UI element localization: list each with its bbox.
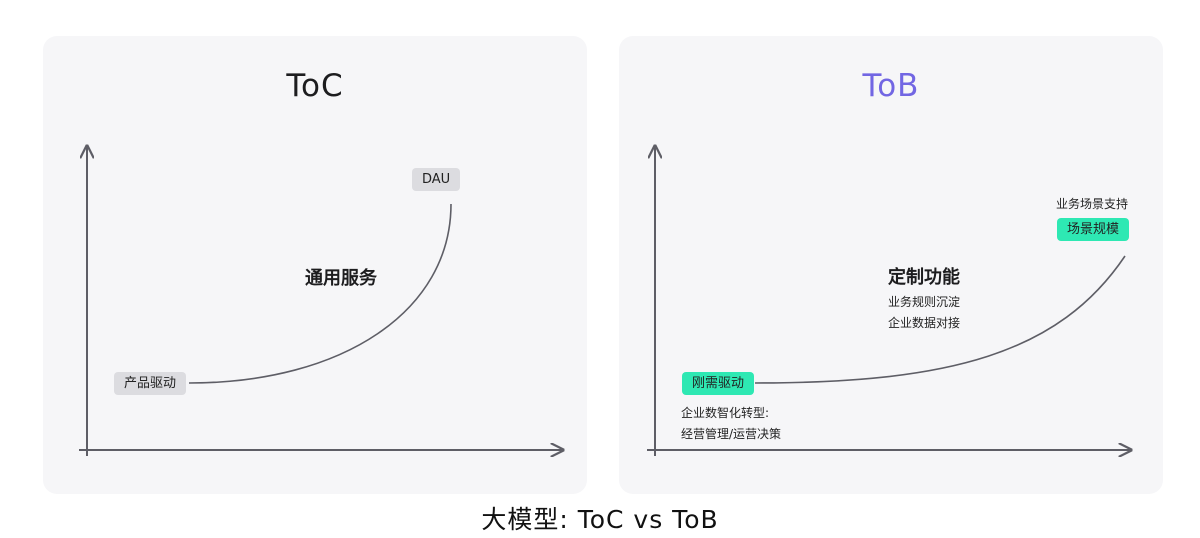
tob-curve-label: 定制功能 bbox=[888, 267, 960, 288]
tob-end-tag: 场景规模 bbox=[1057, 218, 1130, 241]
toc-start-tag: 产品驱动 bbox=[114, 372, 187, 395]
toc-end-tag: DAU bbox=[412, 168, 461, 191]
toc-curve-label: 通用服务 bbox=[305, 268, 377, 289]
tob-panel: ToB 刚需驱动 企业数智化转型: 经营管理/运营决策 业务场景支持 场景规模 … bbox=[619, 36, 1163, 494]
toc-panel: ToC 产品驱动 DAU 通用服务 bbox=[43, 36, 587, 494]
tob-start-tag: 刚需驱动 bbox=[682, 372, 755, 395]
toc-growth-curve bbox=[188, 203, 452, 384]
tob-end-note: 业务场景支持 bbox=[1056, 197, 1129, 211]
tob-start-note-2: 经营管理/运营决策 bbox=[681, 427, 782, 441]
tob-curve-note-2: 企业数据对接 bbox=[888, 316, 961, 330]
tob-curve-note-1: 业务规则沉淀 bbox=[888, 295, 961, 309]
figure-caption: 大模型: ToC vs ToB bbox=[481, 505, 719, 534]
tob-start-note-1: 企业数智化转型: bbox=[681, 406, 770, 420]
